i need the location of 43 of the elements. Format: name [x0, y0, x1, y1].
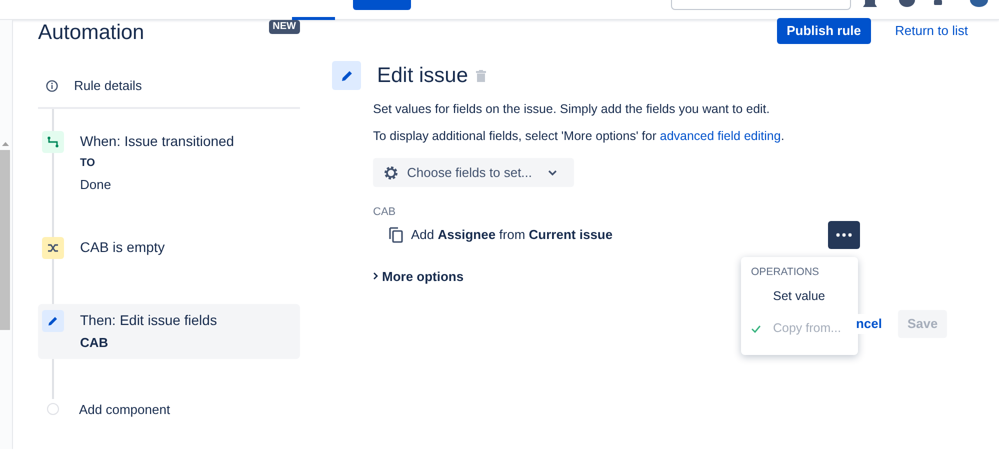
- page-title: Automation: [38, 20, 144, 46]
- chevron-down-icon: [548, 170, 558, 176]
- step-title: Then: Edit issue fields: [80, 311, 217, 330]
- shuffle-icon: [42, 237, 64, 259]
- pencil-icon: [42, 310, 64, 332]
- step-title: When: Issue transitioned: [80, 132, 234, 151]
- step-detail-value: Done: [80, 176, 112, 194]
- publish-rule-button[interactable]: Publish rule: [776, 18, 872, 44]
- action-title: Edit issue: [377, 63, 468, 89]
- active-tab-indicator: [292, 17, 335, 20]
- info-icon: [46, 80, 58, 92]
- rule-details-link[interactable]: Rule details: [74, 76, 142, 96]
- step-title: CAB is empty: [80, 238, 165, 257]
- more-actions-button[interactable]: [828, 220, 860, 248]
- pencil-icon: [332, 61, 361, 90]
- step-subtitle: CAB: [80, 334, 110, 352]
- copy-icon: [389, 226, 403, 242]
- hint-text: To display additional fields, select 'More options' for advanced field editing.: [373, 128, 786, 146]
- field-label: CAB: [373, 205, 397, 220]
- new-badge: NEW: [268, 20, 300, 34]
- chevron-right-icon: [373, 272, 378, 280]
- advanced-field-editing-link[interactable]: advanced field editing: [660, 129, 781, 144]
- menu-item[interactable]: Set value: [741, 280, 858, 313]
- cancel-link[interactable]: ncel: [854, 314, 882, 334]
- field-operation-text: Add Assignee from Current issue: [411, 226, 613, 244]
- step-card[interactable]: When: Issue transitioned TO Done: [38, 125, 300, 200]
- more-options-toggle[interactable]: More options: [382, 266, 464, 286]
- trigger-icon: [42, 131, 64, 153]
- avatar-icon[interactable]: [970, 0, 988, 7]
- description-text: Set values for fields on the issue. Simply add the fields you want to edit.: [373, 100, 771, 118]
- menu-heading: OPERATIONS: [750, 265, 820, 280]
- add-component-link[interactable]: Add component: [79, 400, 170, 419]
- step-card[interactable]: CAB is empty: [38, 231, 300, 265]
- settings-icon: [383, 164, 399, 180]
- choose-fields-dropdown[interactable]: Choose fields to set...: [373, 158, 574, 187]
- add-step-dot: [47, 403, 59, 416]
- selected-step-card[interactable]: Then: Edit issue fields CAB: [38, 304, 300, 358]
- more-icon: [836, 232, 852, 236]
- scrollbar-thumb[interactable]: [0, 150, 10, 330]
- step-detail-label: TO: [80, 156, 96, 171]
- check-icon: [751, 324, 761, 333]
- return-to-list-link[interactable]: Return to list: [895, 21, 968, 41]
- search-field[interactable]: [671, 0, 851, 10]
